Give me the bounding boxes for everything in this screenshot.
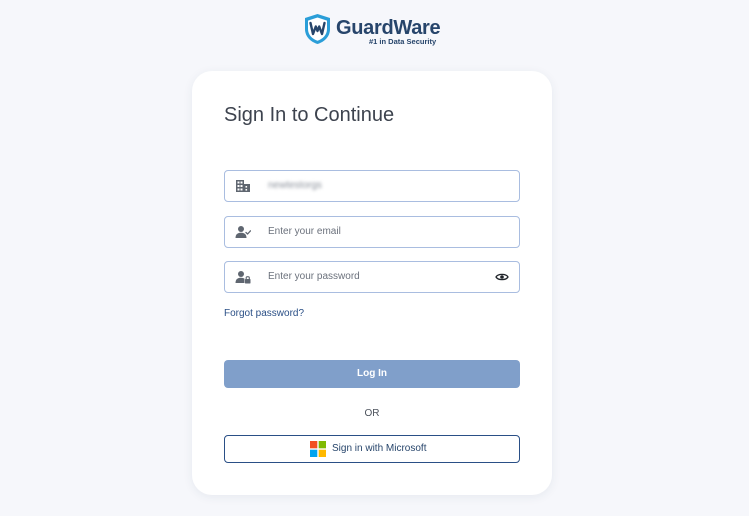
password-input[interactable]: Enter your password <box>268 262 488 292</box>
email-field[interactable]: Enter your email <box>224 216 520 248</box>
brand-tagline: #1 in Data Security <box>369 37 437 46</box>
page-title: Sign In to Continue <box>224 104 395 126</box>
building-icon <box>236 180 250 192</box>
user-check-icon <box>235 226 251 238</box>
microsoft-button-label: Sign in with Microsoft <box>332 443 427 454</box>
organization-input[interactable]: newtestorgs <box>268 171 488 201</box>
or-divider: OR <box>364 408 380 419</box>
login-button[interactable]: Log In <box>224 360 520 388</box>
guardware-shield-logo <box>305 14 330 44</box>
sign-in-card: Sign In to Continue newtestorgs Enter yo… <box>192 71 552 495</box>
password-field[interactable]: Enter your password <box>224 261 520 293</box>
user-lock-icon <box>235 271 251 284</box>
forgot-password-link[interactable]: Forgot password? <box>224 308 304 320</box>
microsoft-icon <box>310 441 326 457</box>
brand-header: GuardWare #1 in Data Security <box>303 12 453 50</box>
eye-icon[interactable] <box>495 272 509 282</box>
email-input[interactable]: Enter your email <box>268 217 488 247</box>
sign-in-with-microsoft-button[interactable]: Sign in with Microsoft <box>224 435 520 463</box>
login-page: GuardWare #1 in Data Security Sign In to… <box>0 0 749 516</box>
organization-field[interactable]: newtestorgs <box>224 170 520 202</box>
